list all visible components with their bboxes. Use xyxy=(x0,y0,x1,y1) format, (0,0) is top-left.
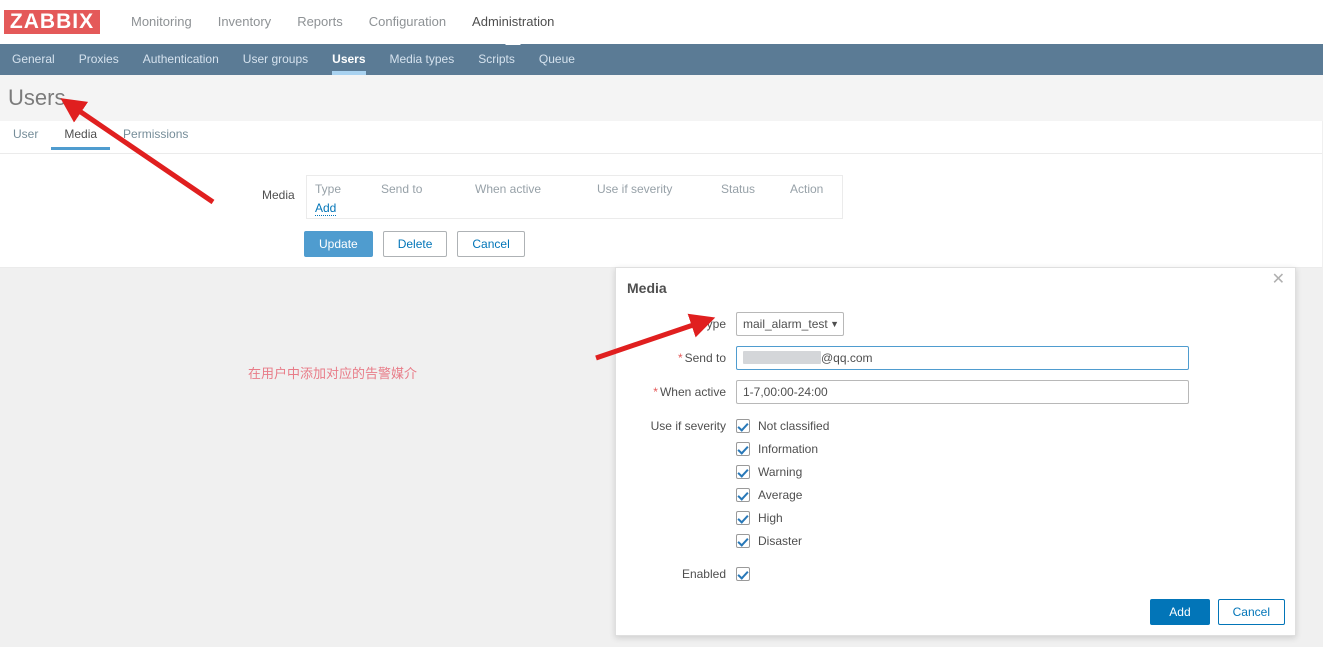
checkbox-warning[interactable] xyxy=(736,464,750,479)
modal-cancel-button[interactable]: Cancel xyxy=(1217,599,1285,625)
send-to-label-text: Send to xyxy=(684,351,726,365)
media-col-action: Action xyxy=(790,182,824,196)
form-tabs: User Media Permissions xyxy=(0,121,1322,154)
subnav-item-user-groups[interactable]: User groups xyxy=(231,44,320,75)
when-active-input[interactable]: 1-7,00:00-24:00 xyxy=(736,380,1189,404)
subnav-item-general[interactable]: General xyxy=(0,44,67,75)
modal-add-button[interactable]: Add xyxy=(1150,599,1210,625)
checkbox-high[interactable] xyxy=(736,510,750,525)
checkbox-disaster[interactable] xyxy=(736,533,750,548)
type-select-value: mail_alarm_test xyxy=(743,317,828,331)
field-row-send-to: * Send to @qq.com xyxy=(616,346,1295,370)
use-if-severity-label: Use if severity xyxy=(650,419,726,433)
field-row-use-if-severity: Use if severity Not classified Informati… xyxy=(616,414,1295,552)
field-row-enabled: Enabled xyxy=(616,562,1295,586)
severity-item-warning[interactable]: Warning xyxy=(736,460,829,483)
user-form-panel: User Media Permissions Media Type Send t… xyxy=(0,121,1322,268)
media-add-link[interactable]: Add xyxy=(315,201,337,216)
cancel-button[interactable]: Cancel xyxy=(457,231,525,257)
modal-body: Type mail_alarm_test ▼ * Send to @qq.com … xyxy=(616,312,1295,596)
severity-item-average[interactable]: Average xyxy=(736,483,829,506)
enabled-label: Enabled xyxy=(681,567,726,581)
severity-item-disaster[interactable]: Disaster xyxy=(736,529,829,552)
send-to-label: * Send to xyxy=(626,346,736,370)
modal-title: Media xyxy=(627,280,667,296)
page-title: Users xyxy=(8,85,66,110)
send-to-input[interactable]: @qq.com xyxy=(736,346,1189,370)
severity-label-warning: Warning xyxy=(758,464,803,479)
severity-item-not-classified[interactable]: Not classified xyxy=(736,414,829,437)
when-active-label-text: When active xyxy=(659,385,726,399)
sub-navigation: General Proxies Authentication User grou… xyxy=(0,44,1323,75)
media-col-send-to: Send to xyxy=(381,182,423,196)
send-to-suffix: @qq.com xyxy=(821,351,873,365)
delete-button[interactable]: Delete xyxy=(382,231,448,257)
severity-label-high: High xyxy=(758,510,783,525)
main-menu-item-administration[interactable]: Administration xyxy=(459,0,567,45)
modal-footer: Add Cancel xyxy=(1150,599,1285,625)
media-field-label: Media xyxy=(262,188,295,202)
checkbox-information[interactable] xyxy=(736,441,750,456)
tab-permissions[interactable]: Permissions xyxy=(110,121,201,149)
main-menu-item-configuration[interactable]: Configuration xyxy=(356,0,459,44)
subnav-item-queue[interactable]: Queue xyxy=(527,44,587,75)
update-button[interactable]: Update xyxy=(304,231,373,257)
media-table: Type Send to When active Use if severity… xyxy=(306,175,843,219)
required-indicator: * xyxy=(653,385,658,399)
checkbox-enabled[interactable] xyxy=(736,566,750,581)
close-icon[interactable]: ✕ xyxy=(1272,272,1285,288)
tab-media[interactable]: Media xyxy=(51,121,110,150)
subnav-item-users[interactable]: Users xyxy=(320,44,377,75)
form-action-buttons: Update Delete Cancel xyxy=(304,231,525,257)
subnav-item-media-types[interactable]: Media types xyxy=(378,44,467,75)
main-menu-item-inventory[interactable]: Inventory xyxy=(205,0,284,44)
severity-label-not-classified: Not classified xyxy=(758,418,830,433)
media-table-header: Type Send to When active Use if severity… xyxy=(307,176,842,196)
media-col-when-active: When active xyxy=(475,182,542,196)
severity-checkbox-list: Not classified Information Warning Avera… xyxy=(736,414,829,552)
when-active-label: * When active xyxy=(626,380,736,404)
required-indicator: * xyxy=(677,351,683,365)
severity-item-high[interactable]: High xyxy=(736,506,829,529)
redacted-value xyxy=(743,351,821,364)
media-col-type: Type xyxy=(315,182,342,196)
type-select[interactable]: mail_alarm_test ▼ xyxy=(736,312,844,336)
tab-user[interactable]: User xyxy=(0,121,51,149)
main-menu: Monitoring Inventory Reports Configurati… xyxy=(118,0,567,45)
subnav-item-proxies[interactable]: Proxies xyxy=(67,44,131,75)
enabled-checkbox-item[interactable] xyxy=(736,562,750,585)
main-menu-item-monitoring[interactable]: Monitoring xyxy=(118,0,205,44)
annotation-note: 在用户中添加对应的告警媒介 xyxy=(248,366,418,381)
severity-item-information[interactable]: Information xyxy=(736,437,829,460)
type-label: Type xyxy=(699,317,726,331)
field-row-when-active: * When active 1-7,00:00-24:00 xyxy=(616,380,1295,404)
page-title-band: Users xyxy=(0,75,1323,121)
severity-label-information: Information xyxy=(758,441,819,456)
media-col-status: Status xyxy=(721,182,756,196)
zabbix-logo[interactable]: ZABBIX xyxy=(4,10,100,34)
media-col-use-if-severity: Use if severity xyxy=(597,182,673,196)
top-header: ZABBIX Monitoring Inventory Reports Conf… xyxy=(0,0,1323,45)
field-row-type: Type mail_alarm_test ▼ xyxy=(616,312,1295,336)
media-modal: Media ✕ Type mail_alarm_test ▼ * Send to … xyxy=(615,267,1296,636)
chevron-down-icon: ▼ xyxy=(830,319,839,329)
subnav-item-scripts[interactable]: Scripts xyxy=(466,44,527,75)
subnav-item-authentication[interactable]: Authentication xyxy=(131,44,231,75)
checkbox-average[interactable] xyxy=(736,487,750,502)
severity-label-disaster: Disaster xyxy=(758,533,803,548)
checkbox-not-classified[interactable] xyxy=(736,418,750,433)
main-menu-item-reports[interactable]: Reports xyxy=(284,0,356,44)
severity-label-average: Average xyxy=(758,487,803,502)
